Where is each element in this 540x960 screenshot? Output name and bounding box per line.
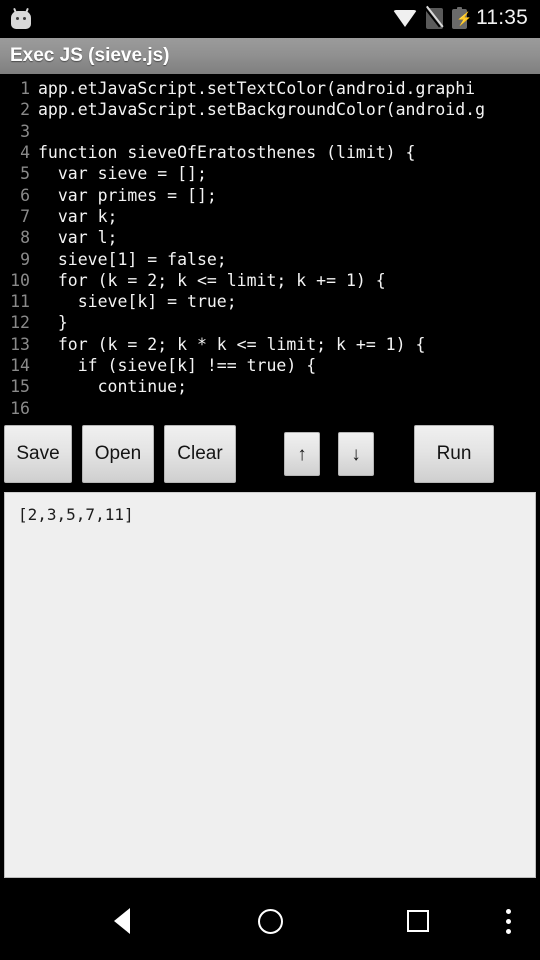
android-navigation-bar bbox=[0, 882, 540, 960]
code-line-text: } bbox=[38, 313, 68, 333]
line-number: 16 bbox=[10, 398, 30, 418]
code-line-text: sieve[1] = false; bbox=[38, 249, 227, 269]
arrow-up-icon: ↑ bbox=[297, 443, 307, 465]
line-number: 11 bbox=[10, 292, 30, 312]
line-number: 4 bbox=[20, 143, 30, 163]
code-line-text: function sieveOfEratosthenes (limit) { bbox=[38, 143, 416, 163]
arrow-down-icon: ↓ bbox=[351, 443, 361, 465]
status-bar-clock: 11:35 bbox=[476, 6, 528, 29]
scroll-down-button[interactable]: ↓ bbox=[338, 432, 374, 476]
code-line: 11 sieve[k] = true; bbox=[0, 291, 540, 312]
code-line: 4 function sieveOfEratosthenes (limit) { bbox=[0, 142, 540, 163]
open-button[interactable]: Open bbox=[82, 425, 154, 483]
code-line-text: var l; bbox=[38, 228, 118, 248]
line-number: 12 bbox=[10, 313, 30, 333]
code-line: 9 sieve[1] = false; bbox=[0, 248, 540, 269]
line-number: 3 bbox=[20, 121, 30, 141]
battery-charging-icon: ⚡ bbox=[452, 7, 472, 29]
home-circle-icon bbox=[257, 908, 283, 934]
status-bar-notifications bbox=[0, 7, 32, 29]
code-editor[interactable]: 1 app.etJavaScript.setTextColor(android.g… bbox=[0, 78, 540, 418]
code-line-text: var sieve = []; bbox=[38, 164, 207, 184]
recents-square-icon bbox=[407, 910, 429, 932]
line-number: 15 bbox=[10, 377, 30, 397]
line-number: 5 bbox=[20, 164, 30, 184]
code-line: 10 for (k = 2; k <= limit; k += 1) { bbox=[0, 270, 540, 291]
line-number: 14 bbox=[10, 356, 30, 375]
run-button[interactable]: Run bbox=[414, 425, 494, 483]
code-line-text: if (sieve[k] !== true) { bbox=[38, 356, 317, 375]
code-line-text: for (k = 2; k <= limit; k += 1) { bbox=[38, 270, 386, 290]
nav-recents-button[interactable] bbox=[381, 882, 455, 960]
line-number: 1 bbox=[20, 79, 30, 99]
code-line: 14 if (sieve[k] !== true) { bbox=[0, 355, 540, 376]
code-line: 3 bbox=[0, 121, 540, 142]
code-line-text: app.etJavaScript.setTextColor(android.gr… bbox=[38, 79, 476, 99]
code-line-text: var primes = []; bbox=[38, 185, 217, 205]
no-sim-icon bbox=[423, 5, 444, 29]
title-bar: Exec JS (sieve.js) bbox=[0, 38, 540, 76]
back-triangle-icon bbox=[114, 908, 130, 934]
code-line-text: var k; bbox=[38, 206, 118, 226]
code-line: 2 app.etJavaScript.setBackgroundColor(and… bbox=[0, 99, 540, 120]
overflow-menu-icon bbox=[505, 908, 511, 934]
phone-screen: ⚡ 11:35 Exec JS (sieve.js) 1 app.etJavaSc… bbox=[0, 0, 540, 960]
code-line: 7 var k; bbox=[0, 206, 540, 227]
line-number: 2 bbox=[20, 100, 30, 120]
line-number: 8 bbox=[20, 228, 30, 248]
wifi-icon bbox=[393, 9, 417, 27]
line-number: 6 bbox=[20, 185, 30, 205]
code-line: 12 } bbox=[0, 312, 540, 333]
action-toolbar: Save Open Clear ↑ ↓ Run bbox=[0, 420, 540, 490]
save-button[interactable]: Save bbox=[4, 425, 72, 483]
nav-home-button[interactable] bbox=[233, 882, 307, 960]
code-line: 16 bbox=[0, 397, 540, 418]
line-number: 9 bbox=[20, 249, 30, 269]
code-line-text: continue; bbox=[38, 377, 188, 397]
code-line: 15 continue; bbox=[0, 376, 540, 397]
clear-button[interactable]: Clear bbox=[164, 425, 236, 483]
status-bar: ⚡ 11:35 bbox=[0, 0, 540, 36]
nav-back-button[interactable] bbox=[85, 882, 159, 960]
code-line: 6 var primes = []; bbox=[0, 184, 540, 205]
code-line-text: for (k = 2; k * k <= limit; k += 1) { bbox=[38, 334, 426, 354]
code-line: 1 app.etJavaScript.setTextColor(android.g… bbox=[0, 78, 540, 99]
output-text: [2,3,5,7,11] bbox=[18, 505, 134, 524]
code-line-text: sieve[k] = true; bbox=[38, 292, 237, 312]
status-bar-system-icons: ⚡ 11:35 bbox=[393, 5, 540, 30]
line-number: 13 bbox=[10, 334, 30, 354]
scroll-up-button[interactable]: ↑ bbox=[284, 432, 320, 476]
code-line-text: app.etJavaScript.setBackgroundColor(andr… bbox=[38, 100, 486, 120]
code-line: 5 var sieve = []; bbox=[0, 163, 540, 184]
nav-overflow-button[interactable] bbox=[488, 882, 528, 960]
line-number: 7 bbox=[20, 206, 30, 226]
code-line: 8 var l; bbox=[0, 227, 540, 248]
output-panel[interactable]: [2,3,5,7,11] bbox=[4, 492, 536, 878]
android-robot-icon bbox=[10, 7, 32, 29]
page-title: Exec JS (sieve.js) bbox=[10, 45, 170, 66]
code-line: 13 for (k = 2; k * k <= limit; k += 1) { bbox=[0, 334, 540, 355]
line-number: 10 bbox=[10, 270, 30, 290]
